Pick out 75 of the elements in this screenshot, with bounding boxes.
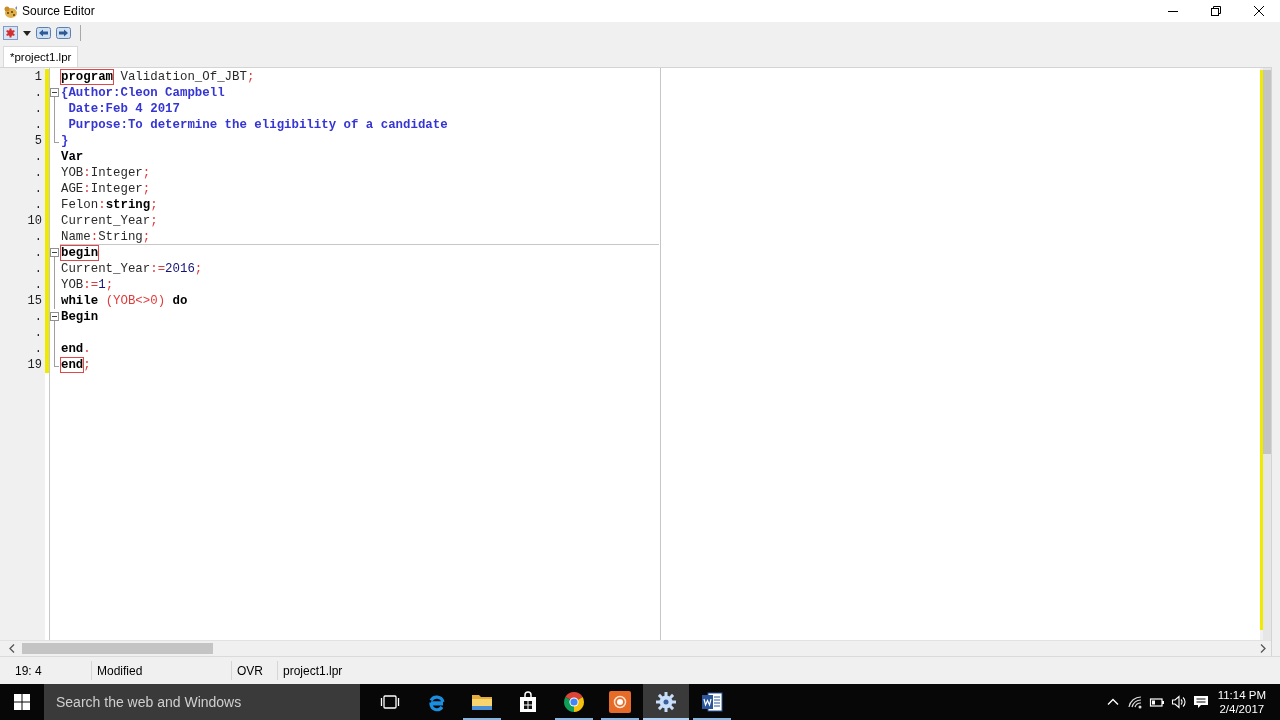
line-number: . — [34, 101, 42, 117]
code-line: program Validation_Of_JBT; — [61, 69, 255, 84]
restore-icon — [1210, 6, 1221, 16]
line-number: 1 — [34, 69, 42, 85]
code-line: AGE:Integer; — [61, 181, 151, 196]
arrow-left-icon — [36, 26, 51, 40]
asterisk-icon — [3, 26, 18, 40]
close-icon — [1253, 6, 1264, 16]
code-line: end; — [61, 357, 91, 372]
horizontal-scrollbar[interactable] — [0, 640, 1271, 656]
line-number: . — [34, 197, 42, 213]
clock-time: 11:14 PM — [1217, 688, 1266, 702]
line-number: . — [34, 261, 42, 277]
line-number: . — [34, 149, 42, 165]
code-line: Name:String; — [61, 229, 151, 244]
line-number: 5 — [34, 133, 42, 149]
circle-logo-icon — [563, 691, 585, 713]
record-icon — [609, 691, 631, 713]
arrow-right-icon — [56, 26, 71, 40]
line-number: . — [34, 181, 42, 197]
wifi-icon[interactable] — [1126, 694, 1143, 710]
file-name: project1.lpr — [283, 663, 343, 678]
line-number: 19 — [27, 357, 42, 373]
forward-button[interactable] — [55, 24, 72, 42]
code-line: Current_Year; — [61, 213, 158, 228]
code-line: YOB:=1; — [61, 277, 114, 292]
line-number: . — [34, 245, 42, 261]
search-field[interactable]: Search the web and Windows — [44, 684, 360, 720]
speaker-icon[interactable] — [1170, 694, 1187, 710]
message-icon[interactable] — [1192, 694, 1209, 710]
file-tab[interactable]: *project1.lpr — [3, 46, 79, 67]
chevron-right-icon — [1260, 644, 1266, 653]
line-number: . — [34, 165, 42, 181]
toolbar-button[interactable] — [2, 24, 19, 42]
windows-logo-icon — [14, 694, 30, 710]
taskbar-button[interactable] — [643, 684, 689, 720]
line-number: . — [34, 309, 42, 325]
code-line: } — [61, 133, 69, 148]
code-line: Current_Year:=2016; — [61, 261, 203, 276]
shopping-bag-icon — [517, 691, 539, 713]
line-number: . — [34, 85, 42, 101]
line-number: . — [34, 325, 42, 341]
gear-icon — [655, 691, 677, 713]
fold-toggle-icon[interactable] — [50, 248, 59, 257]
code-line: begin — [61, 245, 99, 260]
cursor-position: 19: 4 — [15, 663, 42, 678]
line-number: . — [34, 277, 42, 293]
edit-mode: OVR — [237, 663, 263, 678]
code-line: YOB:Integer; — [61, 165, 151, 180]
code-line: Date:Feb 4 2017 — [67, 101, 180, 116]
line-number: 15 — [27, 293, 42, 309]
line-number: . — [34, 229, 42, 245]
back-button[interactable] — [35, 24, 52, 42]
window-title: Source Editor — [22, 4, 95, 18]
chevron-left-icon — [9, 644, 15, 653]
line-number: . — [34, 117, 42, 133]
code-line: Felon:string; — [61, 197, 158, 212]
code-line: while (YOB<>0) do — [61, 293, 188, 308]
scrollbar-thumb[interactable] — [1263, 70, 1271, 454]
vertical-scrollbar[interactable] — [1260, 68, 1271, 640]
code-line: end. — [61, 341, 91, 356]
document-icon — [701, 691, 723, 713]
code-line: Var — [61, 149, 84, 164]
caret-down-icon — [23, 30, 31, 36]
line-number: . — [34, 341, 42, 357]
scrollbar-thumb[interactable] — [22, 643, 213, 654]
fold-toggle-icon[interactable] — [50, 312, 59, 321]
code-line: Begin — [61, 309, 99, 324]
code-line: {Author:Cleon Campbell — [61, 85, 225, 100]
code-line: Purpose:To determine the eligibility of a candidate — [67, 117, 448, 132]
line-number: 10 — [27, 213, 42, 229]
fold-toggle-icon[interactable] — [50, 88, 59, 97]
task-view-icon — [380, 694, 400, 710]
modified-status: Modified — [97, 663, 143, 678]
clock-date: 2/4/2017 — [1219, 702, 1265, 716]
